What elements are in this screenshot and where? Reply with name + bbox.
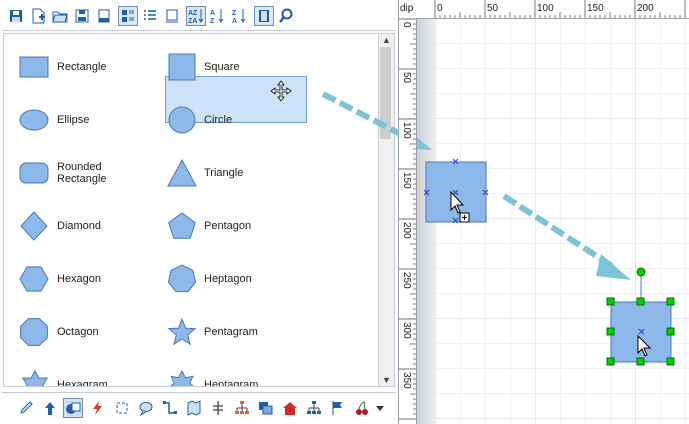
ruler-unit: dip [400, 3, 414, 14]
ruler-corner: dip [399, 0, 418, 19]
drag-arrow-2 [502, 193, 631, 280]
horizontal-ruler: 0 50 100 150 200 [417, 0, 689, 19]
move-cursor-icon [270, 80, 292, 102]
vertical-ruler: 0 50 100 150 200 250 300 350 [399, 18, 417, 424]
drag-arrows-overlay [270, 80, 631, 280]
ruler-top-ticks [434, 0, 686, 18]
ruler-left-ticks [399, 18, 416, 420]
